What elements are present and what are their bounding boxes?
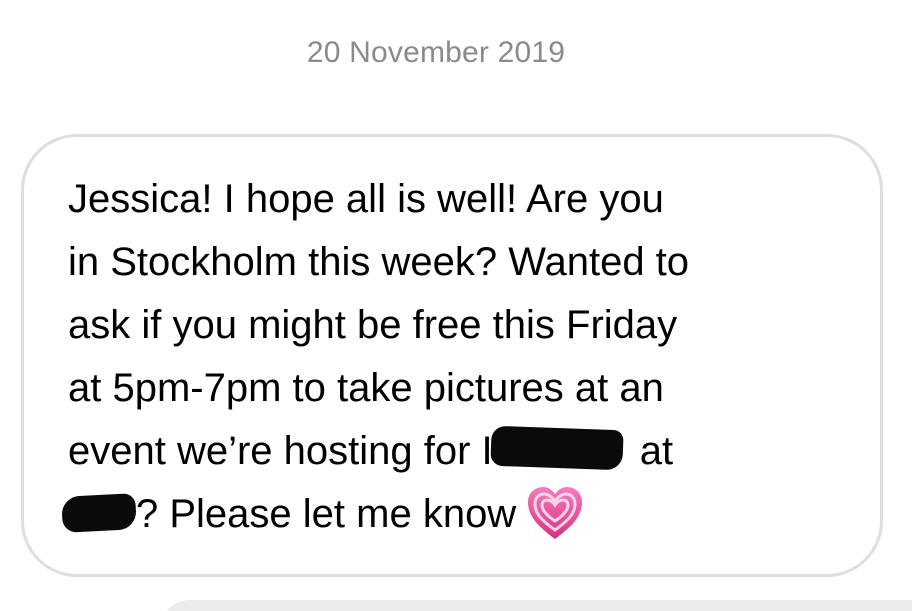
message-line: in Stockholm this week? Wanted to [68,240,690,284]
next-message-bubble[interactable] [160,600,912,611]
message-line: at 5pm-7pm to take pictures at an [68,366,664,410]
message-line-fragment: event we’re hosting for I [68,429,493,473]
message-timestamp: 20 November 2019 [306,36,566,69]
growing-heart-icon [526,485,584,541]
message-line-fragment: ? Please let me know [136,492,517,536]
redaction-mark [490,425,624,471]
message-text: Jessica! I hope all is well! Are you in … [61,168,858,546]
message-line: event we’re hosting for I at [68,420,858,483]
message-line: ? Please let me know [61,483,858,546]
message-line-fragment: at [628,429,674,473]
message-line: ask if you might be free this Friday [68,303,678,347]
redaction-mark [61,493,137,533]
message-line: Jessica! I hope all is well! Are you [68,177,664,221]
